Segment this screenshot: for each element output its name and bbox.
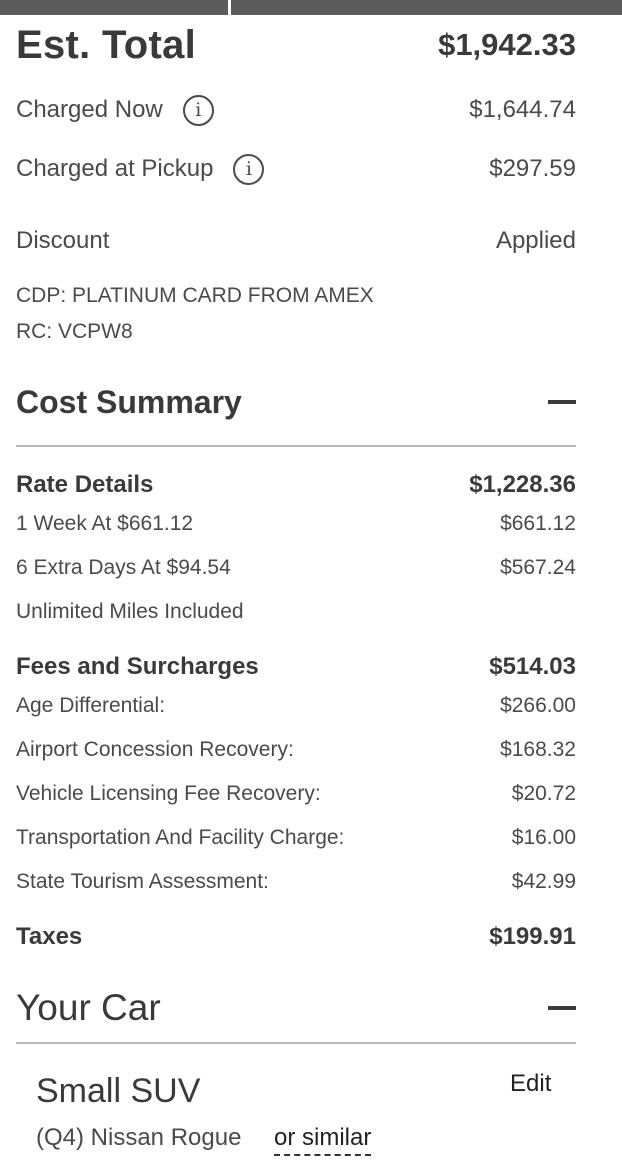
line-item-row: Transportation And Facility Charge: $16.… [16, 822, 576, 854]
est-total-value: $1,942.33 [438, 27, 576, 62]
collapse-minus-icon[interactable] [548, 1006, 576, 1010]
charged-pickup-label: Charged at Pickup [16, 155, 214, 182]
rc-code: RC: VCPW8 [16, 320, 133, 343]
charged-now-row: Charged Now i $1,644.74 [16, 92, 576, 128]
est-total-label: Est. Total [16, 22, 197, 67]
edit-car-link[interactable]: Edit [510, 1070, 551, 1098]
fees-total: $514.03 [489, 653, 576, 680]
taxes-row: Taxes $199.91 [16, 920, 576, 954]
section-divider [16, 1042, 576, 1044]
taxes-label: Taxes [16, 923, 83, 950]
fees-header: Fees and Surcharges $514.03 [16, 650, 576, 684]
fees-label: Fees and Surcharges [16, 653, 259, 680]
rate-details-total: $1,228.36 [469, 471, 576, 498]
line-item-label: 1 Week At $661.12 [16, 512, 194, 535]
line-item-label: 6 Extra Days At $94.54 [16, 556, 231, 579]
section-divider [16, 445, 576, 447]
car-class: Small SUV [36, 1072, 201, 1110]
line-item-row: Airport Concession Recovery: $168.32 [16, 734, 576, 766]
line-item-row: 6 Extra Days At $94.54 $567.24 [16, 552, 576, 584]
line-item-row: State Tourism Assessment: $42.99 [16, 866, 576, 898]
line-item-value: $567.24 [500, 556, 576, 579]
cdp-code: CDP: PLATINUM CARD FROM AMEX [16, 284, 374, 307]
info-icon[interactable]: i [233, 153, 265, 185]
tab-divider [228, 0, 231, 15]
discount-row: Discount Applied [16, 224, 576, 258]
discount-label: Discount [16, 227, 110, 254]
line-item-row: Vehicle Licensing Fee Recovery: $20.72 [16, 778, 576, 810]
est-total-row: Est. Total $1,942.33 [16, 20, 576, 70]
your-car-header[interactable]: Your Car [16, 984, 576, 1032]
line-item-value: $16.00 [511, 826, 576, 849]
line-item-label: Transportation And Facility Charge: [16, 826, 345, 849]
top-tab-bar [0, 0, 622, 15]
line-item-value: $168.32 [500, 738, 576, 761]
car-model: (Q4) Nissan Rogue [36, 1124, 242, 1151]
line-item-value: $20.72 [511, 782, 576, 805]
line-item-row: Age Differential: $266.00 [16, 690, 576, 722]
line-item-row: 1 Week At $661.12 $661.12 [16, 508, 576, 540]
line-item-label: Vehicle Licensing Fee Recovery: [16, 782, 321, 805]
rate-details-header: Rate Details $1,228.36 [16, 468, 576, 502]
line-item-value: $661.12 [500, 512, 576, 535]
charged-now-label: Charged Now [16, 96, 163, 123]
charged-now-value: $1,644.74 [469, 96, 576, 123]
line-item-label: Age Differential: [16, 694, 166, 717]
collapse-minus-icon[interactable] [548, 400, 576, 404]
info-icon[interactable]: i [182, 94, 214, 126]
taxes-total: $199.91 [489, 923, 576, 950]
charged-pickup-value: $297.59 [489, 155, 576, 182]
line-item-value: $42.99 [511, 870, 576, 893]
charged-pickup-row: Charged at Pickup i $297.59 [16, 151, 576, 187]
cost-summary-header[interactable]: Cost Summary [16, 380, 576, 424]
discount-value: Applied [495, 227, 576, 254]
or-similar-link[interactable]: or similar [274, 1124, 372, 1156]
unlimited-miles-note: Unlimited Miles Included [16, 600, 244, 623]
line-item-label: State Tourism Assessment: [16, 870, 269, 893]
line-item-value: $266.00 [500, 694, 576, 717]
cost-summary-title: Cost Summary [16, 383, 242, 420]
rate-details-label: Rate Details [16, 471, 154, 498]
your-car-title: Your Car [16, 987, 161, 1028]
line-item-label: Airport Concession Recovery: [16, 738, 294, 761]
